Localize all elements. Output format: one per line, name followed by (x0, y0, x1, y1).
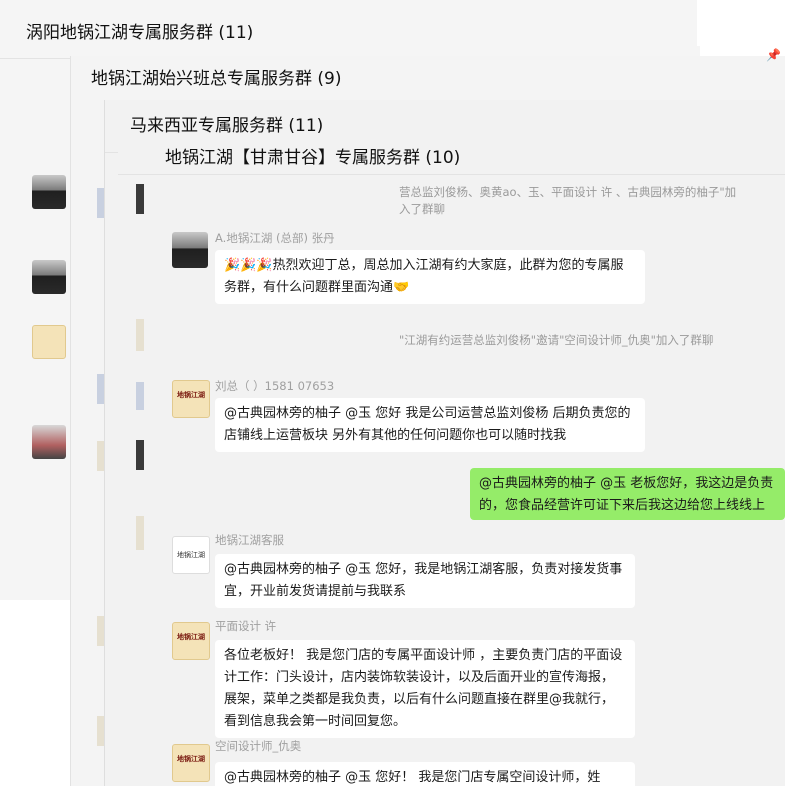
message-bubble[interactable]: 🎉🎉🎉热烈欢迎丁总，周总加入江湖有约大家庭，此群为您的专属服务群，有什么问题群里… (215, 250, 645, 304)
my-message-bubble[interactable]: @古典园林旁的柚子 @玉 老板您好，我这边是负责的，您食品经营许可证下来后我这边… (470, 468, 785, 520)
avatar[interactable] (32, 260, 66, 294)
chat-window-4: 地锅江湖【甘肃甘谷】专属服务群 (10) 营总监刘俊杨、奥黄ao、玉、平面设计 … (118, 136, 785, 786)
chat-window-4-title: 地锅江湖【甘肃甘谷】专属服务群 (10) (165, 148, 461, 168)
sender-name: 刘总（ ）1581 07653 (215, 379, 335, 393)
pin-icon[interactable]: 📌 (766, 48, 781, 62)
message-bubble[interactable]: 各位老板好！ 我是您门店的专属平面设计师 ，主要负责门店的平面设计工作：门头设计… (215, 640, 635, 738)
avatar[interactable]: 地锅江湖 (172, 536, 210, 574)
background-window-edge (697, 0, 785, 46)
message-strip (136, 516, 144, 550)
avatar[interactable]: 地锅江湖 (172, 744, 210, 782)
avatar[interactable] (172, 232, 208, 268)
avatar[interactable]: 地锅江湖 (172, 380, 210, 418)
header-divider (118, 174, 785, 175)
sender-name: 空间设计师_仇奥 (215, 739, 302, 753)
message-strip (136, 319, 144, 351)
avatar[interactable] (32, 175, 66, 209)
message-strip (136, 184, 144, 214)
message-bubble[interactable]: @古典园林旁的柚子 @玉 您好 我是公司运营总监刘俊杨 后期负责您的店铺线上运营… (215, 398, 645, 452)
sender-name: 地锅江湖客服 (215, 533, 284, 547)
message-strip (136, 440, 144, 470)
message-bubble[interactable]: @古典园林旁的柚子 @玉 您好，我是地锅江湖客服，负责对接发货事宜，开业前发货请… (215, 554, 635, 608)
chat-window-2-title: 地锅江湖始兴班总专属服务群 (9) (91, 69, 342, 89)
system-message: 营总监刘俊杨、奥黄ao、玉、平面设计 许 、古典园林旁的柚子"加入了群聊 (399, 185, 737, 216)
chat-window-3-title: 马来西亚专属服务群 (11) (130, 116, 324, 136)
avatar[interactable] (32, 425, 66, 459)
avatar[interactable] (32, 325, 66, 359)
avatar[interactable]: 地锅江湖 (172, 622, 210, 660)
message-strip (136, 382, 144, 410)
sender-name: A.地锅江湖 (总部) 张丹 (215, 231, 335, 245)
chat-window-1-title: 涡阳地锅江湖专属服务群 (11) (26, 23, 254, 43)
system-message: "江湖有约运营总监刘俊杨"邀请"空间设计师_仇奥"加入了群聊 (399, 333, 714, 347)
message-bubble[interactable]: @古典园林旁的柚子 @玉 您好！ 我是您门店专属空间设计师，姓 (215, 762, 635, 786)
sender-name: 平面设计 许 (215, 619, 277, 633)
